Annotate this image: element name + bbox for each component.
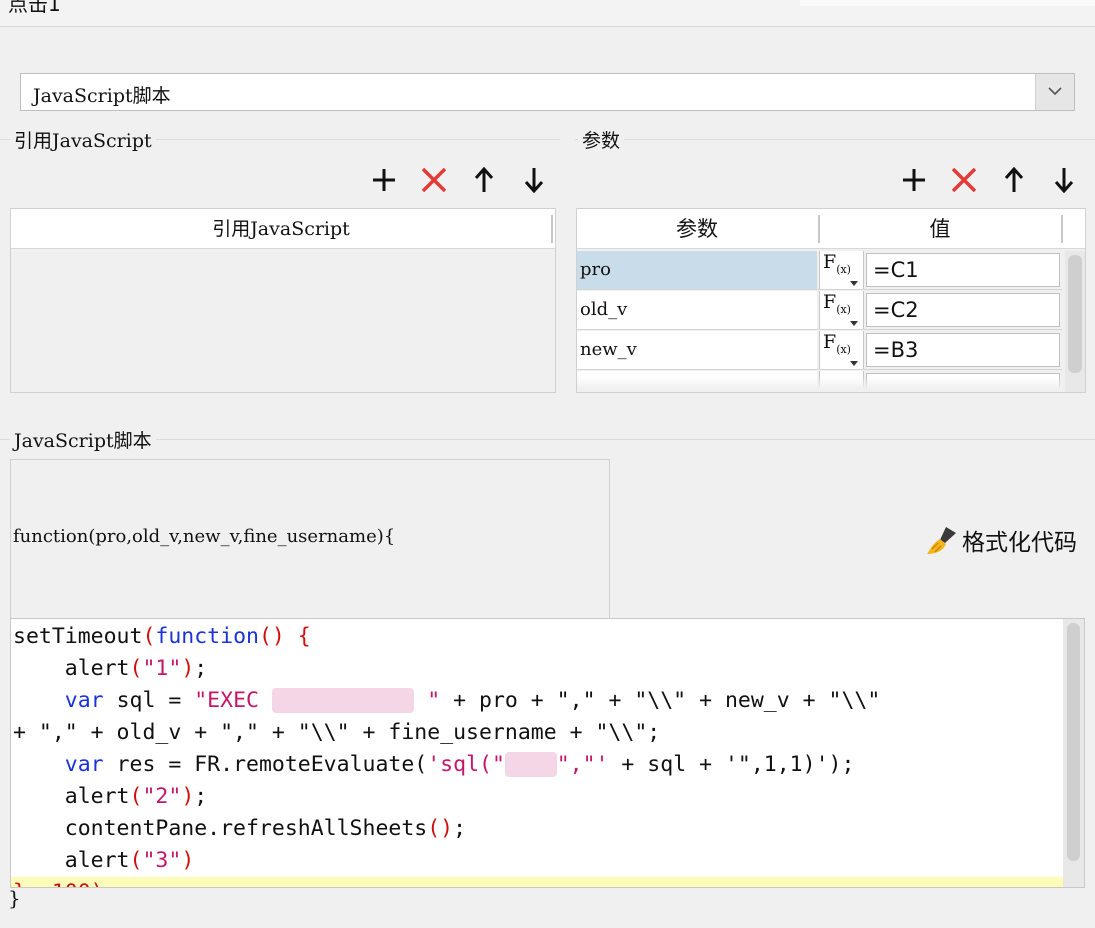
- code-line: alert("2");: [64, 784, 208, 809]
- script-type-value: JavaScript脚本: [33, 85, 171, 107]
- param-row[interactable]: new_v F(x) =B3: [577, 331, 1062, 370]
- code-line: + "," + old_v + "," + "\\" + fine_userna…: [13, 720, 661, 745]
- code-line: setTimeout(function() {: [13, 624, 311, 649]
- editor-scrollbar-thumb[interactable]: [1067, 623, 1080, 861]
- arrow-down-icon: [1054, 168, 1074, 193]
- formula-icon: F(x): [823, 251, 851, 276]
- params-table-header: 参数 值: [577, 209, 1085, 249]
- formula-button[interactable]: F(x): [819, 291, 864, 329]
- param-column-header[interactable]: 参数: [577, 211, 817, 247]
- param-row[interactable]: pro F(x) =C1: [577, 251, 1062, 290]
- dialog-title: 点击1: [8, 0, 61, 16]
- script-legend: JavaScript脚本: [10, 426, 156, 453]
- code-line: alert("1");: [64, 656, 208, 681]
- param-value-field[interactable]: =C1: [866, 253, 1060, 287]
- broom-icon: [927, 527, 956, 554]
- format-code-label: 格式化代码: [962, 530, 1077, 556]
- param-value-field[interactable]: =C2: [866, 293, 1060, 327]
- dialog-title-bar: 点击1: [0, 0, 1095, 27]
- caret-down-icon: [850, 321, 858, 326]
- plus-icon: [903, 169, 925, 191]
- params-legend: 参数: [578, 126, 625, 153]
- format-code-button[interactable]: 格式化代码: [924, 523, 1077, 557]
- plus-icon: [373, 169, 395, 191]
- param-name-cell[interactable]: new_v: [577, 331, 817, 369]
- param-delete-button[interactable]: [946, 162, 982, 198]
- ref-move-down-button[interactable]: [516, 162, 552, 198]
- formula-icon: F(x): [823, 291, 851, 316]
- arrow-up-icon: [1004, 167, 1024, 192]
- code-line: var res = FR.remoteEvaluate('sql("xxxx",…: [64, 752, 855, 777]
- params-scrollbar-thumb[interactable]: [1068, 255, 1082, 373]
- ref-js-table-header: 引用JavaScript: [11, 209, 555, 249]
- redacted-text: xxxxxxxxxxx: [271, 688, 415, 713]
- ref-js-table[interactable]: 引用JavaScript: [10, 208, 556, 393]
- formula-icon: F(x): [823, 331, 851, 356]
- params-table[interactable]: 参数 值 pro F(x) =C1 old_v F(x) =C2 new_v F…: [576, 208, 1086, 393]
- param-move-down-button[interactable]: [1046, 162, 1082, 198]
- delete-x-icon: [421, 167, 447, 193]
- param-row[interactable]: old_v F(x) =C2: [577, 291, 1062, 330]
- params-scrollbar[interactable]: [1065, 251, 1085, 392]
- ref-add-button[interactable]: [366, 162, 402, 198]
- value-column-header[interactable]: 值: [820, 211, 1060, 247]
- param-name-cell[interactable]: old_v: [577, 291, 817, 329]
- param-value-field[interactable]: =B3: [866, 333, 1060, 367]
- param-add-button[interactable]: [896, 162, 932, 198]
- ref-js-column-header[interactable]: 引用JavaScript: [11, 211, 551, 247]
- chevron-down-icon[interactable]: [1035, 74, 1074, 110]
- code-content: setTimeout(function() { alert("1"); var …: [11, 621, 1065, 887]
- param-name-cell[interactable]: pro: [577, 251, 817, 289]
- editor-scrollbar[interactable]: [1063, 619, 1084, 887]
- redacted-text: xxxx: [504, 752, 557, 777]
- code-line: contentPane.refreshAllSheets();: [64, 816, 467, 841]
- formula-button[interactable]: F(x): [819, 331, 864, 369]
- function-signature: function(pro,old_v,new_v,fine_username){: [13, 526, 396, 547]
- code-line: alert("3"): [64, 848, 195, 873]
- function-signature-panel: function(pro,old_v,new_v,fine_username){: [10, 459, 610, 619]
- code-line: var sql = "EXEC xxxxxxxxxxx " + pro + ",…: [64, 688, 881, 713]
- param-move-up-button[interactable]: [996, 162, 1032, 198]
- arrow-down-icon: [524, 168, 544, 193]
- ref-js-legend: 引用JavaScript: [10, 126, 156, 153]
- ref-move-up-button[interactable]: [466, 162, 502, 198]
- code-editor[interactable]: setTimeout(function() { alert("1"); var …: [10, 618, 1085, 888]
- closing-brace: }: [8, 886, 21, 910]
- code-line-current: }, 100);: [11, 877, 1065, 887]
- ref-delete-button[interactable]: [416, 162, 452, 198]
- script-type-select[interactable]: JavaScript脚本: [20, 73, 1075, 111]
- formula-button[interactable]: F(x): [819, 251, 864, 289]
- arrow-up-icon: [474, 167, 494, 192]
- caret-down-icon: [850, 361, 858, 366]
- delete-x-icon: [951, 167, 977, 193]
- caret-down-icon: [850, 281, 858, 286]
